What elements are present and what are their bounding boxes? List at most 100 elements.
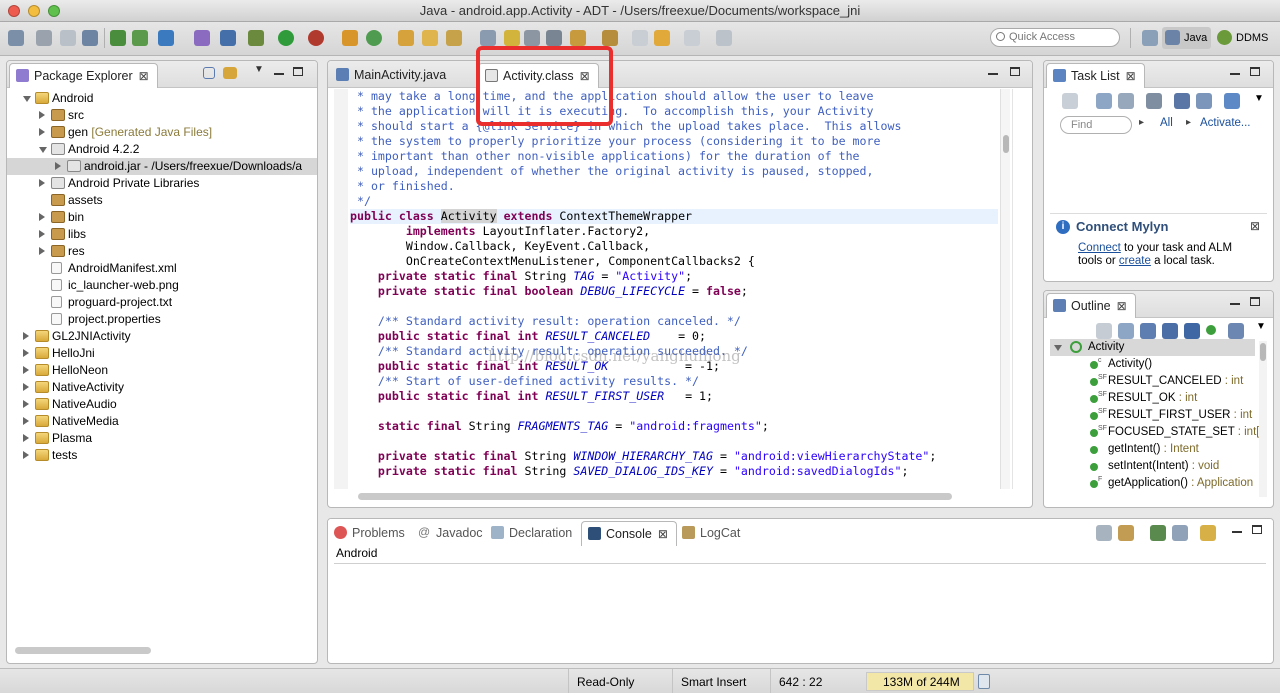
tree-item[interactable]: NativeAudio xyxy=(7,396,317,413)
tab-task-list[interactable]: Task List ⊠ xyxy=(1046,63,1145,88)
tree-item[interactable]: AndroidManifest.xml xyxy=(7,260,317,277)
android-avd-manager-icon[interactable] xyxy=(132,30,148,46)
synchronize-icon[interactable] xyxy=(1224,93,1240,109)
link-with-editor-icon[interactable] xyxy=(223,67,237,79)
all-categories-link[interactable]: All xyxy=(1160,117,1173,129)
maximize-view-icon[interactable] xyxy=(293,67,303,76)
chevron-right-icon[interactable] xyxy=(23,434,29,442)
tree-item[interactable]: proguard-project.txt xyxy=(7,294,317,311)
previous-annotation-icon[interactable] xyxy=(602,30,618,46)
minimize-view-icon[interactable] xyxy=(1230,303,1240,305)
outline-item[interactable]: setIntent(Intent) : void xyxy=(1090,458,1260,475)
tree-item[interactable]: gen [Generated Java Files] xyxy=(7,124,317,141)
link-with-editor-icon[interactable] xyxy=(1228,323,1244,339)
chevron-right-icon[interactable] xyxy=(23,332,29,340)
tree-item[interactable]: NativeMedia xyxy=(7,413,317,430)
maximize-editor-icon[interactable] xyxy=(1010,67,1020,76)
tree-item[interactable]: src xyxy=(7,107,317,124)
outline-item[interactable]: SF RESULT_OK : int xyxy=(1090,390,1260,407)
chevron-down-icon[interactable] xyxy=(1054,345,1062,351)
vertical-scrollbar[interactable] xyxy=(1000,89,1010,489)
tree-item[interactable]: project.properties xyxy=(7,311,317,328)
display-selected-console-icon[interactable] xyxy=(1172,525,1188,541)
chevron-down-icon[interactable] xyxy=(39,147,47,153)
new-android-project-icon[interactable] xyxy=(194,30,210,46)
chevron-right-icon[interactable] xyxy=(23,349,29,357)
focus-on-workweek-icon[interactable] xyxy=(1146,93,1162,109)
chevron-right-icon[interactable] xyxy=(39,111,45,119)
minimize-window-button[interactable] xyxy=(28,5,40,17)
java-perspective-button[interactable]: Java xyxy=(1162,27,1212,49)
maximize-view-icon[interactable] xyxy=(1250,297,1260,306)
save-all-icon[interactable] xyxy=(60,30,76,46)
chevron-right-icon[interactable] xyxy=(39,247,45,255)
tree-item[interactable]: Plasma xyxy=(7,430,317,447)
tab-declaration[interactable]: Declaration xyxy=(485,521,580,546)
create-link[interactable]: create xyxy=(1119,255,1151,267)
back-icon[interactable] xyxy=(654,30,670,46)
activate-task-link[interactable]: Activate... xyxy=(1200,117,1251,129)
last-edit-location-icon[interactable] xyxy=(632,30,648,46)
minimize-view-icon[interactable] xyxy=(1232,531,1242,533)
print-icon[interactable] xyxy=(82,30,98,46)
hide-fields-icon[interactable] xyxy=(1140,323,1156,339)
chevron-right-icon[interactable] xyxy=(55,162,61,170)
outline-item[interactable]: SF RESULT_FIRST_USER : int xyxy=(1090,407,1260,424)
view-menu-icon[interactable]: ▼ xyxy=(1254,93,1264,104)
tree-item[interactable]: HelloNeon xyxy=(7,362,317,379)
outline-item[interactable]: getIntent() : Intent xyxy=(1090,441,1260,458)
tree-item[interactable]: ic_launcher-web.png xyxy=(7,277,317,294)
scroll-lock-icon[interactable] xyxy=(1118,525,1134,541)
view-menu-icon[interactable]: ▼ xyxy=(1256,321,1266,332)
tab-outline[interactable]: Outline ⊠ xyxy=(1046,293,1136,318)
search-icon[interactable] xyxy=(446,30,462,46)
hide-static-icon[interactable] xyxy=(1162,323,1178,339)
close-icon[interactable]: ⊠ xyxy=(658,522,668,546)
code-text[interactable]: * may take a long time, and the applicat… xyxy=(350,89,998,479)
maximize-view-icon[interactable] xyxy=(1250,67,1260,76)
chevron-right-icon[interactable] xyxy=(39,230,45,238)
chevron-right-icon[interactable] xyxy=(23,400,29,408)
tree-item[interactable]: HelloJni xyxy=(7,345,317,362)
outline-item[interactable]: c Activity() xyxy=(1090,356,1260,373)
tree-item[interactable]: tests xyxy=(7,447,317,464)
tree-item[interactable]: android.jar - /Users/freexue/Downloads/a xyxy=(7,158,317,175)
outline-item[interactable]: FgetApplication() : Application xyxy=(1090,475,1260,492)
show-whitespace-icon[interactable] xyxy=(546,30,562,46)
tree-item[interactable]: assets xyxy=(7,192,317,209)
chevron-right-icon[interactable] xyxy=(23,417,29,425)
tab-mainactivity-java[interactable]: MainActivity.java xyxy=(330,63,454,88)
close-icon[interactable]: ⊠ xyxy=(1117,294,1127,318)
chevron-right-icon[interactable] xyxy=(23,451,29,459)
tree-item[interactable]: libs xyxy=(7,226,317,243)
chevron-right-icon[interactable] xyxy=(39,179,45,187)
chevron-right-icon[interactable] xyxy=(39,213,45,221)
pin-editor-icon[interactable] xyxy=(716,30,732,46)
trash-icon[interactable] xyxy=(978,674,990,689)
minimize-view-icon[interactable] xyxy=(1230,73,1240,75)
chevron-right-icon[interactable] xyxy=(23,383,29,391)
close-window-button[interactable] xyxy=(8,5,20,17)
tab-logcat[interactable]: LogCat xyxy=(676,521,748,546)
close-icon[interactable]: ⊠ xyxy=(139,64,149,88)
next-annotation-icon[interactable] xyxy=(570,30,586,46)
ddms-perspective-button[interactable]: DDMS xyxy=(1214,27,1272,49)
maximize-view-icon[interactable] xyxy=(1252,525,1262,534)
new-icon[interactable] xyxy=(8,30,24,46)
toggle-mark-occurrences-icon[interactable] xyxy=(504,30,520,46)
run-external-tools-icon[interactable] xyxy=(308,30,324,46)
lint-icon[interactable] xyxy=(158,30,174,46)
open-task-icon[interactable] xyxy=(422,30,438,46)
tree-item[interactable]: res xyxy=(7,243,317,260)
hide-local-types-icon[interactable] xyxy=(1206,325,1216,335)
collapse-all-icon[interactable] xyxy=(1096,323,1112,339)
tab-package-explorer[interactable]: Package Explorer ⊠ xyxy=(9,63,158,88)
clear-console-icon[interactable] xyxy=(1096,525,1112,541)
new-java-package-icon[interactable] xyxy=(342,30,358,46)
vertical-scrollbar[interactable] xyxy=(1259,341,1267,497)
open-type-icon[interactable] xyxy=(398,30,414,46)
horizontal-scrollbar[interactable] xyxy=(358,493,952,500)
tree-item[interactable]: GL2JNIActivity xyxy=(7,328,317,345)
minimize-view-icon[interactable] xyxy=(274,73,284,75)
chevron-down-icon[interactable] xyxy=(23,96,31,102)
